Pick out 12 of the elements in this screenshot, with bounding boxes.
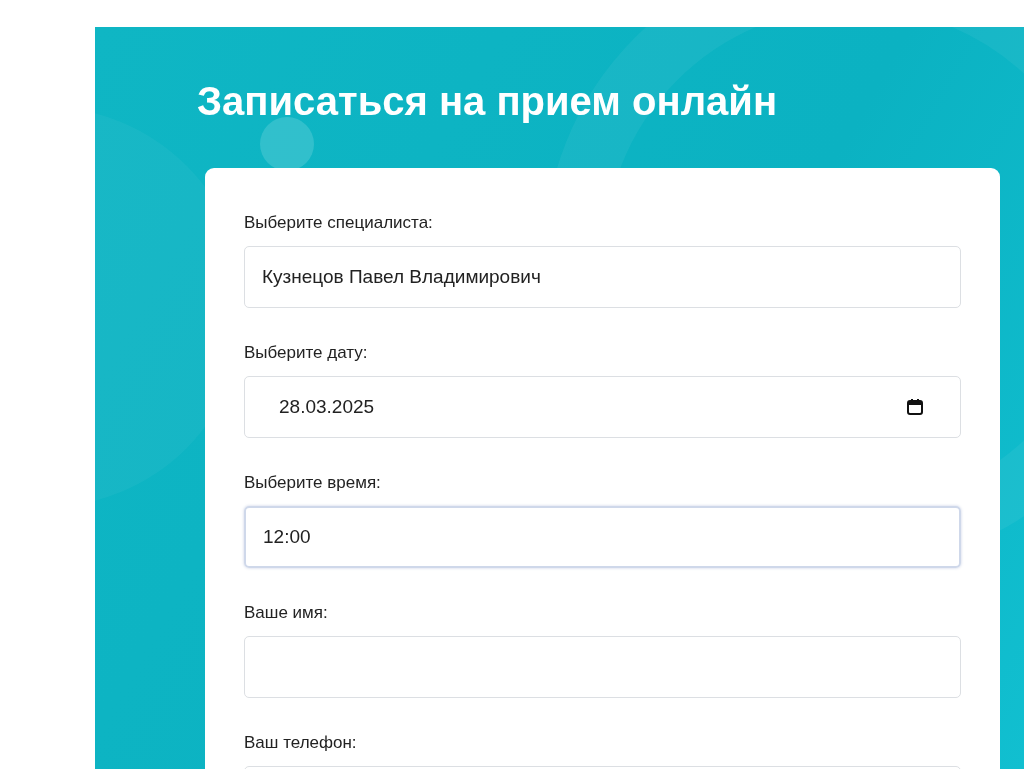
field-label: Выберите время: xyxy=(244,472,382,494)
input-field[interactable]: Кузнецов Павел Владимирович xyxy=(244,246,961,308)
field-label: Ваш телефон: xyxy=(244,732,358,754)
field-label: Ваше имя: xyxy=(244,602,329,624)
calendar-icon[interactable] xyxy=(906,398,924,416)
field-label: Выберите дату: xyxy=(244,342,369,364)
input-field[interactable] xyxy=(244,636,961,698)
input-field[interactable]: 28.03.2025 xyxy=(244,376,961,438)
field-label: Выберите специалиста: xyxy=(244,212,434,234)
decorative-circle xyxy=(260,117,314,171)
input-field[interactable]: 12:00 xyxy=(244,506,961,568)
form-title: Записаться на прием онлайн xyxy=(197,78,779,125)
